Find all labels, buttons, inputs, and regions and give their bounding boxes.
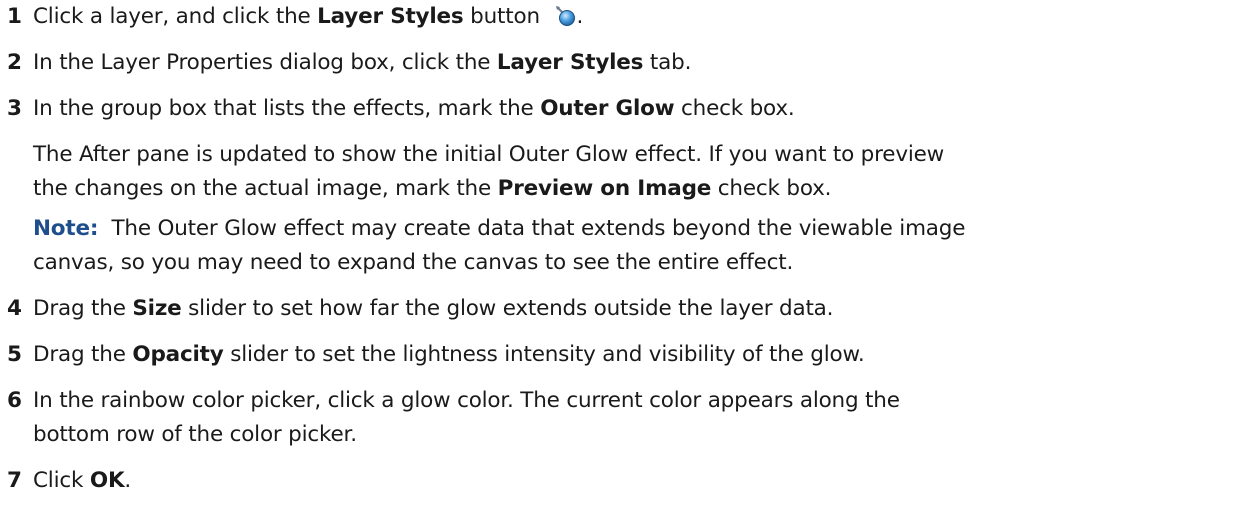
step-4-text: Drag the Size slider to set how far the … bbox=[33, 296, 834, 321]
step-6-text-line-1: In the rainbow color picker, click a glo… bbox=[33, 388, 900, 413]
step-7-text: Click OK. bbox=[33, 468, 132, 493]
step-number: 7 bbox=[7, 468, 22, 493]
step-2-text: In the Layer Properties dialog box, clic… bbox=[33, 50, 692, 75]
step-number: 2 bbox=[7, 50, 22, 75]
note-line-1: Note: The Outer Glow effect may create d… bbox=[33, 216, 966, 241]
step-6-text-line-2: bottom row of the color picker. bbox=[33, 422, 357, 447]
ui-term: Layer Styles bbox=[496, 50, 644, 75]
ui-term: Opacity bbox=[132, 342, 224, 367]
step-1-text: Click a layer, and click the Layer Style… bbox=[33, 2, 583, 36]
info-paragraph-line-1: The After pane is updated to show the in… bbox=[33, 142, 945, 167]
info-paragraph-line-2: the changes on the actual image, mark th… bbox=[33, 176, 832, 201]
ui-term: Outer Glow bbox=[540, 96, 675, 121]
step-3-text: In the group box that lists the effects,… bbox=[33, 96, 795, 121]
ui-term: Layer Styles bbox=[317, 4, 464, 29]
step-5-text: Drag the Opacity slider to set the light… bbox=[33, 342, 865, 367]
layer-styles-icon bbox=[553, 3, 577, 36]
step-number: 4 bbox=[7, 296, 22, 321]
note-label: Note: bbox=[33, 216, 99, 241]
step-number: 6 bbox=[7, 388, 22, 413]
ui-term: OK bbox=[89, 468, 125, 493]
ui-term: Size bbox=[132, 296, 182, 321]
instruction-page: 1 Click a layer, and click the Layer Sty… bbox=[0, 0, 1250, 532]
step-number: 1 bbox=[7, 4, 22, 29]
step-number: 3 bbox=[7, 96, 22, 121]
step-number: 5 bbox=[7, 342, 22, 367]
ui-term: Preview on Image bbox=[497, 176, 712, 201]
note-line-2: canvas, so you may need to expand the ca… bbox=[33, 250, 794, 275]
